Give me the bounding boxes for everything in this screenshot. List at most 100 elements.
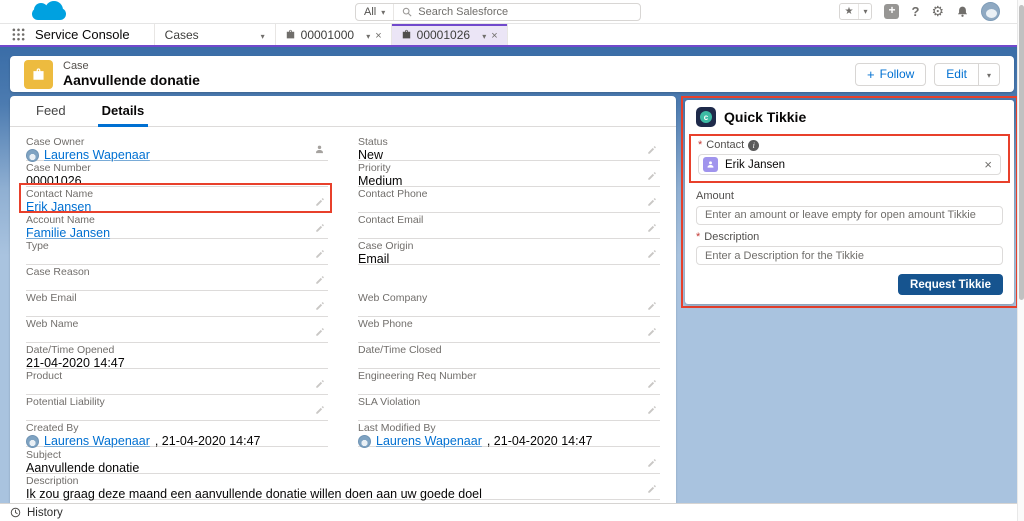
- search-scope-label: All: [364, 6, 376, 18]
- field-label: Created By: [26, 422, 328, 434]
- edit-pencil-icon[interactable]: [647, 379, 657, 389]
- tab-feed[interactable]: Feed: [36, 103, 66, 126]
- field-row: Account Name Familie Jansen Familie Jans…: [26, 213, 328, 239]
- nav-dropdown-label: Cases: [165, 28, 199, 42]
- field-label: Status: [358, 136, 660, 148]
- edit-button[interactable]: Edit: [934, 63, 979, 86]
- search-scope-dropdown[interactable]: All: [356, 4, 394, 20]
- contact-label-text: Contact: [706, 139, 744, 151]
- field-row: Last Modified By Laurens Wapenaar Lauren…: [358, 421, 660, 447]
- edit-pencil-icon[interactable]: [647, 171, 657, 181]
- field-row: Case Owner Laurens Wapenaar Laurens Wape…: [26, 135, 328, 161]
- field-label: Product: [26, 370, 328, 382]
- user-avatar-icon: [358, 435, 371, 448]
- field-label: Web Phone: [358, 318, 660, 330]
- edit-pencil-icon[interactable]: [647, 223, 657, 233]
- field-row: Web Email: [26, 291, 328, 317]
- edit-pencil-icon[interactable]: [647, 249, 657, 259]
- search-input[interactable]: [418, 4, 640, 20]
- amount-label-text: Amount: [696, 190, 734, 202]
- chevron-down-icon[interactable]: [482, 28, 486, 42]
- global-search[interactable]: All: [355, 3, 641, 21]
- edit-pencil-icon[interactable]: [315, 223, 325, 233]
- field-row: Created By Laurens Wapenaar Laurens Wape…: [26, 421, 328, 447]
- edit-pencil-icon[interactable]: [647, 327, 657, 337]
- edit-pencil-icon[interactable]: [315, 379, 325, 389]
- quick-tikkie-title: Quick Tikkie: [724, 109, 806, 125]
- app-launcher-icon[interactable]: [12, 28, 25, 41]
- chevron-down-icon: [381, 6, 385, 18]
- contact-entity-icon: [703, 157, 718, 172]
- change-owner-icon[interactable]: [314, 144, 325, 155]
- field-label: Case Number: [26, 162, 328, 174]
- field-label: Description: [26, 475, 660, 487]
- edit-pencil-icon[interactable]: [647, 145, 657, 155]
- field-value-link[interactable]: Laurens Wapenaar: [44, 435, 150, 448]
- case-highlights-card: Case Aanvullende donatie Follow Edit: [10, 56, 1014, 92]
- field-row: Contact Name Erik Jansen Erik Jansen: [26, 187, 328, 213]
- field-label: Date/Time Opened: [26, 344, 328, 356]
- field-row: Contact Email: [358, 213, 660, 239]
- field-column-right: Status New New Priority: [358, 135, 660, 447]
- user-profile-avatar[interactable]: [981, 2, 1000, 21]
- scrollbar-thumb[interactable]: [1019, 5, 1024, 300]
- edit-pencil-icon[interactable]: [315, 301, 325, 311]
- info-icon[interactable]: [748, 140, 759, 151]
- field-row: SLA Violation: [358, 395, 660, 421]
- edit-pencil-icon[interactable]: [315, 275, 325, 285]
- remove-contact-icon[interactable]: [984, 159, 992, 170]
- edit-pencil-icon[interactable]: [647, 197, 657, 207]
- history-utility-item[interactable]: History: [27, 507, 63, 519]
- page-title: Aanvullende donatie: [63, 72, 200, 88]
- field-value: Email Email: [358, 253, 660, 266]
- edit-button-group: Edit: [934, 63, 1000, 86]
- close-tab-icon[interactable]: [375, 28, 381, 42]
- description-input[interactable]: [696, 246, 1003, 265]
- case-detail-card: Feed Details Case Owner Laurens Wapenaar…: [10, 96, 676, 503]
- workspace-tab-00001026[interactable]: 00001026: [392, 24, 508, 45]
- notifications-bell-icon[interactable]: [956, 5, 969, 18]
- help-icon[interactable]: [911, 3, 919, 21]
- field-value-suffix: , 21-04-2020 14:47: [487, 435, 593, 448]
- amount-input[interactable]: [696, 206, 1003, 225]
- setup-gear-icon[interactable]: [931, 3, 944, 21]
- field-label: Contact Phone: [358, 188, 660, 200]
- favorites-button[interactable]: [839, 3, 873, 20]
- edit-pencil-icon[interactable]: [315, 327, 325, 337]
- global-create-icon[interactable]: [884, 4, 899, 19]
- field-label: Web Name: [26, 318, 328, 330]
- field-label: Engineering Req Number: [358, 370, 660, 382]
- case-entity-icon: [24, 60, 53, 89]
- chevron-down-icon[interactable]: [859, 7, 871, 16]
- field-row: Product: [26, 369, 328, 395]
- app-name: Service Console: [35, 27, 130, 42]
- star-icon[interactable]: [840, 4, 860, 19]
- tab-details[interactable]: Details: [102, 103, 145, 126]
- amount-field: Amount: [696, 190, 1003, 225]
- request-tikkie-button[interactable]: Request Tikkie: [898, 274, 1003, 295]
- edit-pencil-icon[interactable]: [647, 301, 657, 311]
- chevron-down-icon[interactable]: [366, 28, 370, 42]
- edit-pencil-icon[interactable]: [315, 405, 325, 415]
- field-label: Subject: [26, 449, 660, 461]
- field-value-link[interactable]: Laurens Wapenaar: [376, 435, 482, 448]
- user-avatar-icon: [26, 435, 39, 448]
- more-actions-button[interactable]: [979, 63, 1000, 86]
- follow-button[interactable]: Follow: [855, 63, 926, 86]
- follow-button-label: Follow: [880, 67, 915, 81]
- field-value-text: Email: [358, 253, 389, 266]
- edit-pencil-icon[interactable]: [647, 458, 657, 468]
- selected-contact-name: Erik Jansen: [725, 159, 977, 171]
- nav-dropdown-cases[interactable]: Cases: [154, 24, 276, 45]
- edit-pencil-icon[interactable]: [315, 197, 325, 207]
- field-row: Type: [26, 239, 328, 265]
- workspace-tab-00001000[interactable]: 00001000: [276, 24, 392, 45]
- edit-pencil-icon[interactable]: [647, 484, 657, 494]
- tab-label: 00001026: [417, 28, 478, 42]
- edit-pencil-icon[interactable]: [647, 405, 657, 415]
- annotation-box-contact: Contact Erik Jansen: [689, 134, 1010, 183]
- contact-lookup-field[interactable]: Erik Jansen: [698, 154, 1001, 175]
- close-tab-icon[interactable]: [491, 28, 497, 42]
- vertical-scrollbar[interactable]: [1017, 0, 1024, 521]
- edit-pencil-icon[interactable]: [315, 249, 325, 259]
